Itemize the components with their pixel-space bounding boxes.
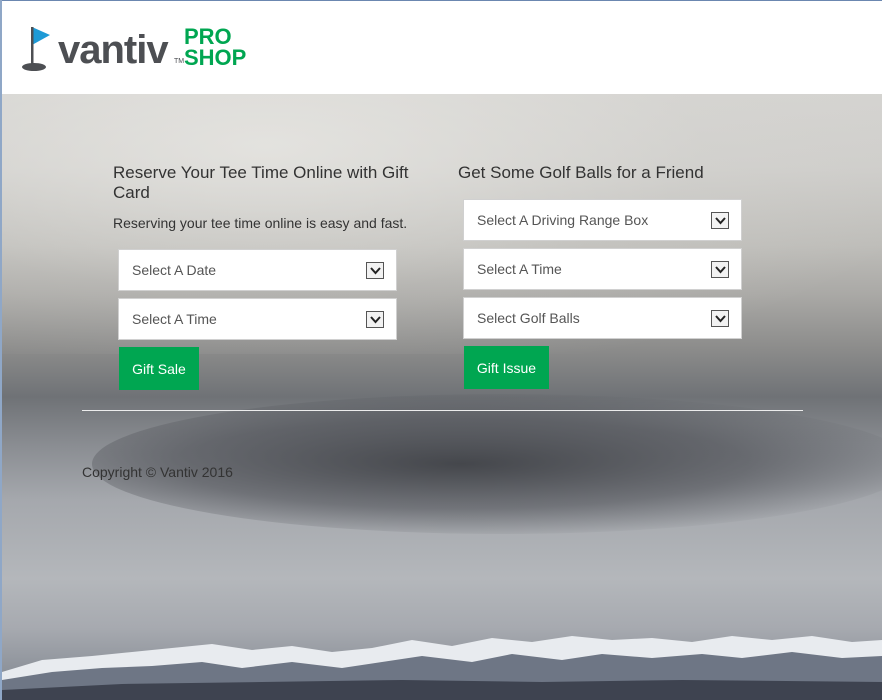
logo-pro: PRO [184,24,232,49]
logo-wordmark: vantiv [58,28,169,72]
logo-shop: SHOP [184,45,247,70]
golf-balls-heading: Get Some Golf Balls for a Friend [458,163,704,182]
range-time-select-value: Select A Time [477,261,562,277]
tee-time-select[interactable]: Select A Time [118,298,397,340]
golf-balls-select-value: Select Golf Balls [477,310,580,326]
tee-time-select-value: Select A Time [132,311,217,327]
copyright-text: Copyright © Vantiv 2016 [82,464,233,480]
driving-range-select[interactable]: Select A Driving Range Box [463,199,742,241]
chevron-down-icon[interactable] [711,261,729,278]
range-time-select[interactable]: Select A Time [463,248,742,290]
logo-trademark: TM [174,58,185,65]
section-divider [82,410,803,411]
golf-balls-select[interactable]: Select Golf Balls [463,297,742,339]
date-select[interactable]: Select A Date [118,249,397,291]
golf-flag-icon [22,27,50,71]
vantiv-pro-shop-logo[interactable]: vantiv TM PRO SHOP [22,25,262,77]
gift-sale-button[interactable]: Gift Sale [119,347,199,390]
hero-background: Reserve Your Tee Time Online with Gift C… [2,94,882,700]
main-content: Reserve Your Tee Time Online with Gift C… [2,94,882,700]
date-select-value: Select A Date [132,262,217,278]
chevron-down-icon[interactable] [366,311,384,328]
chevron-down-icon[interactable] [711,212,729,229]
chevron-down-icon[interactable] [366,262,384,279]
tee-time-subtitle: Reserving your tee time online is easy a… [113,215,408,231]
driving-range-select-value: Select A Driving Range Box [477,212,649,228]
tee-time-heading: Reserve Your Tee Time Online with Gift C… [113,163,409,202]
site-header: vantiv TM PRO SHOP [2,1,882,94]
chevron-down-icon[interactable] [711,310,729,327]
gift-issue-button[interactable]: Gift Issue [464,346,549,389]
